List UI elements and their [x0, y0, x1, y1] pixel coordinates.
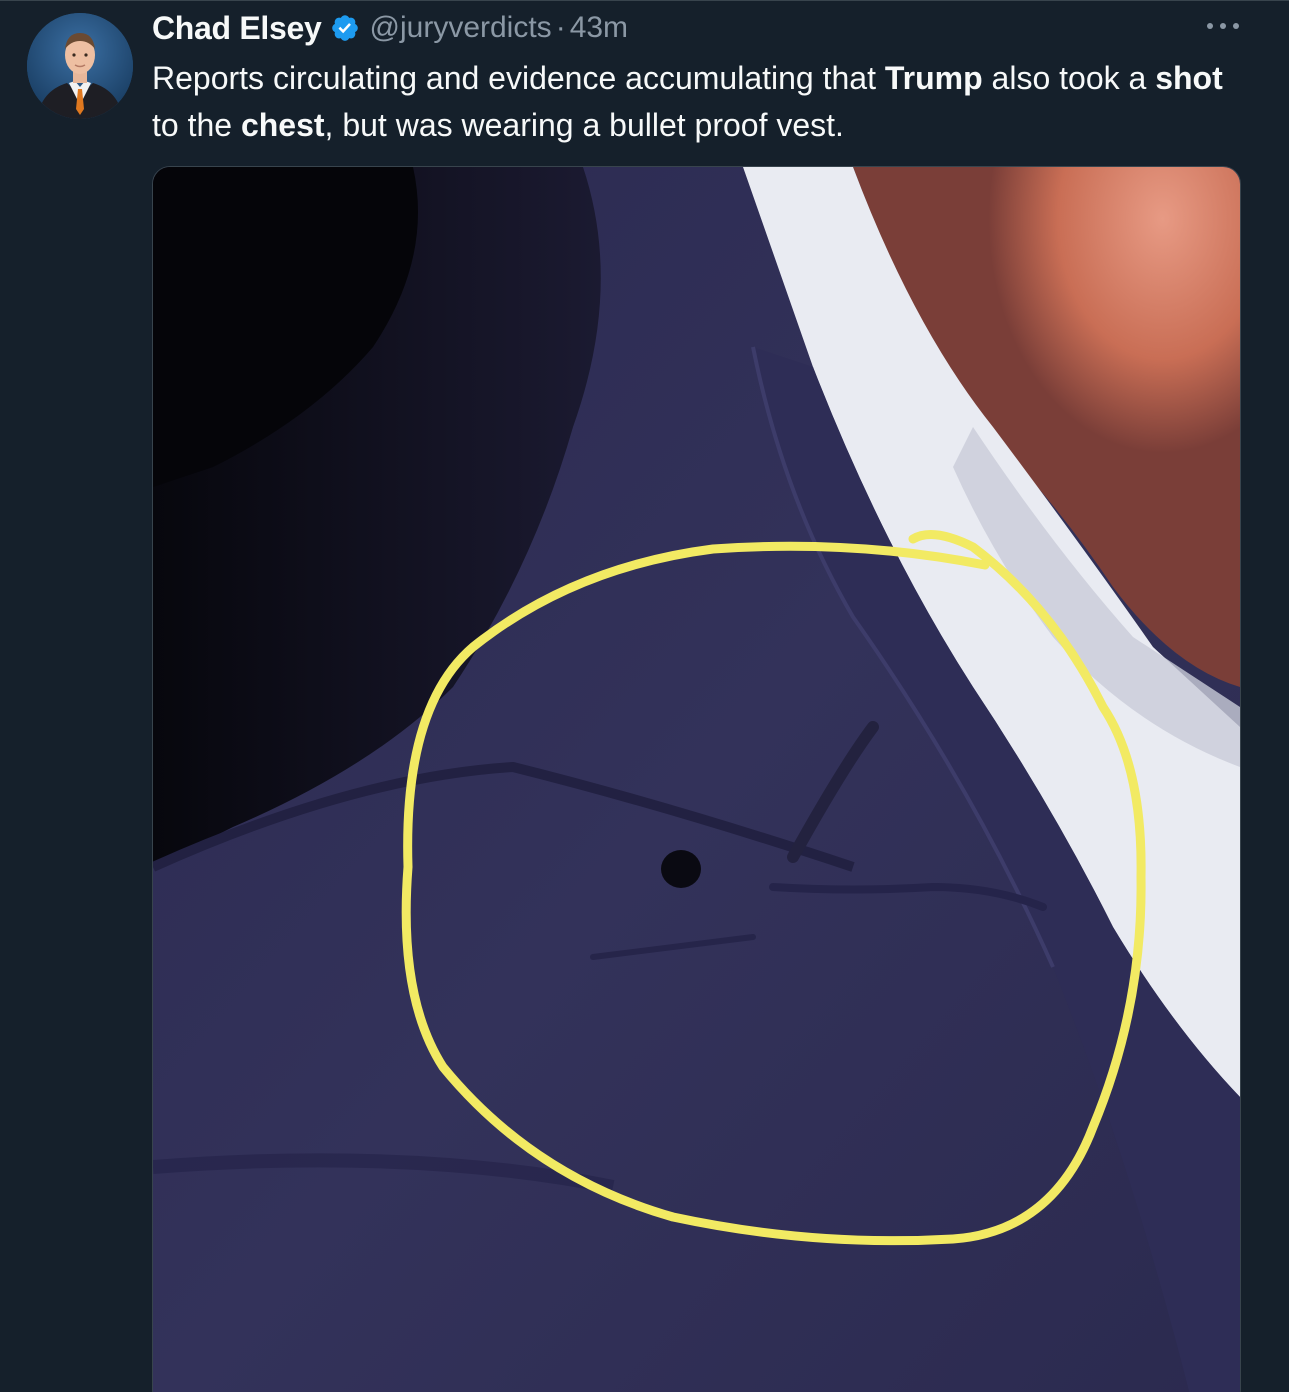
tweet-timestamp[interactable]: 43m	[570, 11, 628, 45]
text-segment: Reports circulating and evidence accumul…	[152, 60, 885, 96]
avatar-portrait	[27, 13, 133, 119]
author-name[interactable]: Chad Elsey	[152, 10, 322, 47]
author-avatar[interactable]	[27, 13, 133, 119]
tweet-header: Chad Elsey @juryverdicts · 43m	[152, 7, 628, 49]
verified-badge-icon	[330, 13, 360, 43]
tweet-card[interactable]: Chad Elsey @juryverdicts · 43m Reports c…	[0, 0, 1289, 1392]
text-segment: , but was wearing a bullet proof vest.	[324, 107, 844, 143]
tweet-text: Reports circulating and evidence accumul…	[152, 55, 1252, 149]
author-handle[interactable]: @juryverdicts	[370, 11, 552, 45]
text-segment: also took a	[982, 60, 1156, 96]
more-options-icon[interactable]	[1207, 19, 1239, 33]
text-segment-bold: chest	[240, 107, 325, 143]
suit-closeup-photo	[153, 167, 1240, 1392]
text-segment-bold: Trump	[884, 60, 983, 96]
text-segment: to the	[152, 107, 241, 143]
header-separator: ·	[555, 11, 566, 44]
tweet-media-image[interactable]	[152, 166, 1241, 1392]
text-segment-bold: shot	[1155, 60, 1223, 96]
